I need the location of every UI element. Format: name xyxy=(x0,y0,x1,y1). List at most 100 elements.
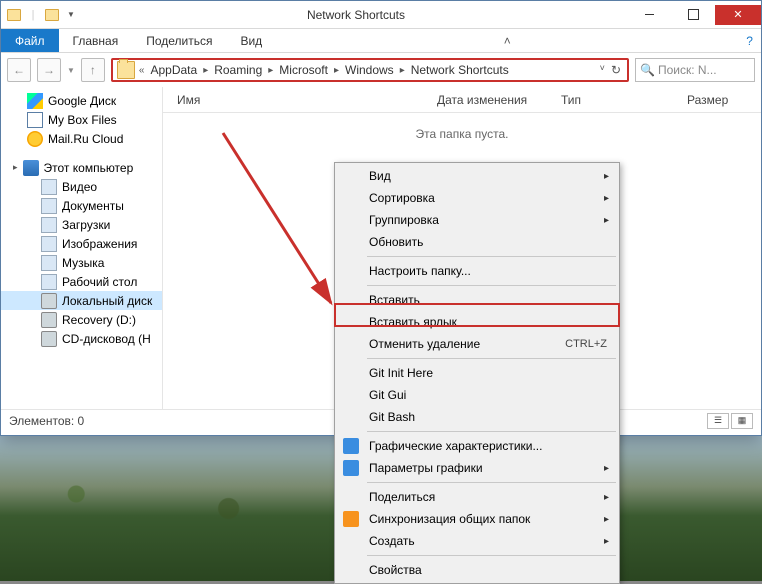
search-placeholder: Поиск: N... xyxy=(658,63,717,77)
tree-item[interactable]: CD-дисковод (H xyxy=(1,329,162,348)
empty-folder-text: Эта папка пуста. xyxy=(163,113,761,155)
ctx-label: Создать xyxy=(369,534,415,548)
ctx-label: Свойства xyxy=(369,563,422,577)
tree-item[interactable]: Загрузки xyxy=(1,215,162,234)
ctx-item[interactable]: Графические характеристики... xyxy=(337,435,617,457)
ctx-item[interactable]: Вид xyxy=(337,165,617,187)
qat-sep: | xyxy=(25,7,41,23)
ctx-item[interactable]: Настроить папку... xyxy=(337,260,617,282)
qat-dropdown-icon[interactable]: ▼ xyxy=(63,7,79,23)
forward-button[interactable] xyxy=(37,58,61,82)
ctx-item[interactable]: Синхронизация общих папок xyxy=(337,508,617,530)
tree-label: Recovery (D:) xyxy=(62,313,136,327)
breadcrumb-folder-icon xyxy=(117,61,135,79)
tab-home[interactable]: Главная xyxy=(59,29,133,52)
titlebar: | ▼ Network Shortcuts xyxy=(1,1,761,29)
ctx-item[interactable]: Параметры графики xyxy=(337,457,617,479)
ribbon-collapse-icon[interactable]: ˄ xyxy=(496,29,519,52)
tree-item[interactable]: Документы xyxy=(1,196,162,215)
ctx-item[interactable]: Обновить xyxy=(337,231,617,253)
ctx-item[interactable]: Git Gui xyxy=(337,384,617,406)
crumb-appdata[interactable]: AppData xyxy=(146,63,201,77)
tree-item[interactable]: Mail.Ru Cloud xyxy=(1,129,162,148)
pc-icon xyxy=(23,160,39,176)
tree-label: Загрузки xyxy=(62,218,110,232)
folder-icon xyxy=(7,9,21,21)
tree-item[interactable]: Google Диск xyxy=(1,91,162,110)
tree-label: CD-дисковод (H xyxy=(62,332,151,346)
crumb-roaming[interactable]: Roaming xyxy=(210,63,266,77)
ctx-item[interactable]: Свойства xyxy=(337,559,617,581)
ctx-label: Синхронизация общих папок xyxy=(369,512,530,526)
tree-icon xyxy=(41,179,57,195)
back-button[interactable] xyxy=(7,58,31,82)
tree-icon xyxy=(27,131,43,147)
tree-icon xyxy=(41,236,57,252)
tree-icon xyxy=(41,312,57,328)
breadcrumb[interactable]: « AppData ▸ Roaming ▸ Microsoft ▸ Window… xyxy=(111,58,629,82)
ctx-item[interactable]: Группировка xyxy=(337,209,617,231)
tree-label: Локальный диск xyxy=(62,294,152,308)
crumb-windows[interactable]: Windows xyxy=(341,63,398,77)
up-button[interactable] xyxy=(81,58,105,82)
ctx-item[interactable]: Сортировка xyxy=(337,187,617,209)
ctx-label: Отменить удаление xyxy=(369,337,480,351)
tree-label: Изображения xyxy=(62,237,137,251)
tree-item[interactable]: Recovery (D:) xyxy=(1,310,162,329)
tree-label: Google Диск xyxy=(48,94,116,108)
minimize-button[interactable] xyxy=(627,5,671,25)
ctx-item[interactable]: Git Init Here xyxy=(337,362,617,384)
col-name[interactable]: Имя xyxy=(163,93,423,107)
ctx-label: Вставить ярлык xyxy=(369,315,457,329)
tab-share[interactable]: Поделиться xyxy=(132,29,226,52)
maximize-button[interactable] xyxy=(671,5,715,25)
ctx-separator xyxy=(367,555,616,556)
column-headers: Имя Дата изменения Тип Размер xyxy=(163,87,761,113)
tree-this-pc[interactable]: ▸ Этот компьютер xyxy=(1,158,162,177)
chevron-right-icon: ▸ xyxy=(332,65,341,76)
tree-item[interactable]: My Box Files xyxy=(1,110,162,129)
crumb-dropdown-icon[interactable]: ˅ xyxy=(600,63,605,77)
tree-item[interactable]: Изображения xyxy=(1,234,162,253)
tree-icon xyxy=(41,331,57,347)
qat-properties-icon[interactable] xyxy=(45,9,59,21)
col-type[interactable]: Тип xyxy=(547,93,673,107)
file-tab[interactable]: Файл xyxy=(1,29,59,52)
ctx-label: Вид xyxy=(369,169,391,183)
tab-view[interactable]: Вид xyxy=(226,29,276,52)
refresh-icon[interactable]: ↻ xyxy=(611,63,621,77)
tree-icon xyxy=(41,198,57,214)
tree-label: Рабочий стол xyxy=(62,275,137,289)
ctx-item[interactable]: Git Bash xyxy=(337,406,617,428)
tree-item[interactable]: Локальный диск xyxy=(1,291,162,310)
ctx-item[interactable]: Вставить xyxy=(337,289,617,311)
col-date[interactable]: Дата изменения xyxy=(423,93,547,107)
ctx-separator xyxy=(367,285,616,286)
close-button[interactable] xyxy=(715,5,761,25)
search-input[interactable]: 🔍 Поиск: N... xyxy=(635,58,755,82)
context-menu: Вид Сортировка Группировка Обновить Настроит… xyxy=(334,162,620,584)
tree-item[interactable]: Видео xyxy=(1,177,162,196)
ctx-label: Группировка xyxy=(369,213,439,227)
expand-icon[interactable]: ▸ xyxy=(13,162,18,173)
ctx-item[interactable]: Создать xyxy=(337,530,617,552)
history-dropdown-icon[interactable]: ▼ xyxy=(67,66,75,75)
tree-icon xyxy=(41,274,57,290)
view-icons-button[interactable]: ▦ xyxy=(731,413,753,429)
ctx-item[interactable]: Поделиться xyxy=(337,486,617,508)
tree-icon xyxy=(27,112,43,128)
tree-icon xyxy=(41,217,57,233)
tree-item[interactable]: Рабочий стол xyxy=(1,272,162,291)
crumb-microsoft[interactable]: Microsoft xyxy=(275,63,332,77)
ctx-item[interactable]: Отменить удалениеCTRL+Z xyxy=(337,333,617,355)
view-details-button[interactable]: ☰ xyxy=(707,413,729,429)
ctx-label: Обновить xyxy=(369,235,423,249)
ctx-icon xyxy=(343,460,359,476)
nav-tree[interactable]: Google Диск My Box FilesMail.Ru Cloud ▸ Э… xyxy=(1,87,163,409)
tree-item[interactable]: Музыка xyxy=(1,253,162,272)
tree-label: Этот компьютер xyxy=(44,161,134,175)
crumb-networkshortcuts[interactable]: Network Shortcuts xyxy=(407,63,513,77)
ctx-item[interactable]: Вставить ярлык xyxy=(337,311,617,333)
help-icon[interactable]: ? xyxy=(738,29,761,52)
col-size[interactable]: Размер xyxy=(673,93,761,107)
